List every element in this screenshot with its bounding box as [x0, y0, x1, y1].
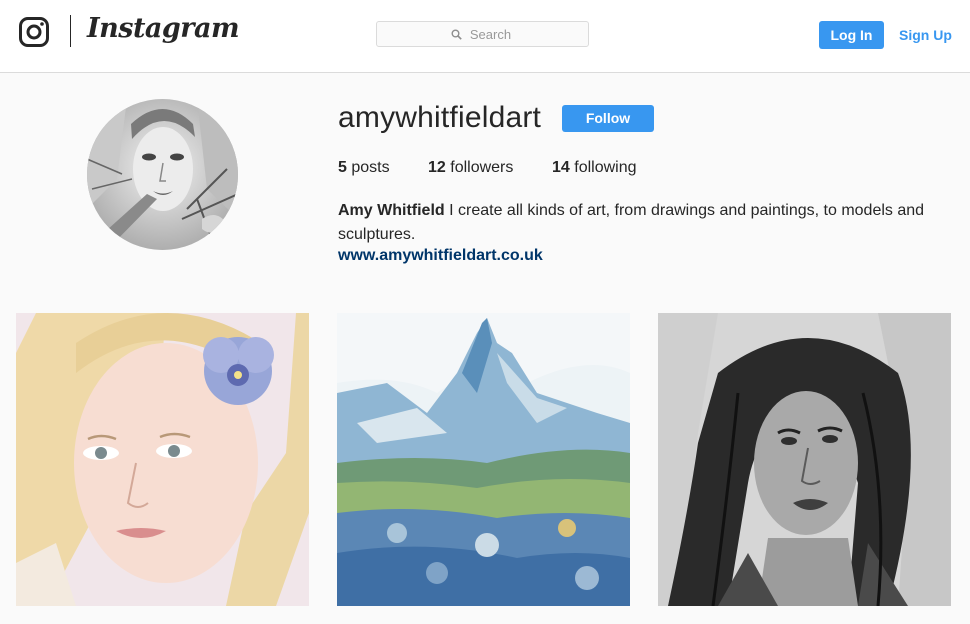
post-thumbnail[interactable]	[16, 313, 309, 606]
log-in-button[interactable]: Log In	[819, 21, 884, 49]
instagram-camera-icon[interactable]	[19, 17, 49, 47]
top-navigation-bar: Instagram Log In Sign Up	[0, 0, 970, 73]
following-label: following	[574, 159, 637, 176]
post-image-mountain-watercolor	[337, 313, 630, 606]
following-count: 14	[552, 159, 570, 176]
followers-label: followers	[450, 159, 514, 176]
post-image-pansy-portrait	[16, 313, 309, 606]
search-input[interactable]	[377, 22, 588, 46]
profile-full-name: Amy Whitfield	[338, 202, 445, 219]
profile-bio: Amy Whitfield I create all kinds of art,…	[338, 199, 938, 247]
posts-count-stat: 5 posts	[338, 159, 390, 177]
followers-count: 12	[428, 159, 446, 176]
follow-button[interactable]: Follow	[562, 105, 654, 132]
profile-username: amywhitfieldart	[338, 101, 542, 134]
search-box[interactable]	[376, 21, 589, 47]
post-thumbnail[interactable]	[337, 313, 630, 606]
post-thumbnail[interactable]	[658, 313, 951, 606]
following-stat[interactable]: 14 following	[552, 159, 637, 177]
logo-divider	[70, 15, 71, 47]
profile-website-link[interactable]: www.amywhitfieldart.co.uk	[338, 247, 543, 265]
post-image-graphite-portrait	[658, 313, 951, 606]
sign-up-link[interactable]: Sign Up	[899, 27, 952, 43]
profile-avatar	[87, 99, 238, 250]
instagram-wordmark-logo[interactable]: Instagram	[87, 13, 240, 44]
followers-stat[interactable]: 12 followers	[428, 159, 513, 177]
posts-label: posts	[351, 159, 390, 176]
posts-count: 5	[338, 159, 347, 176]
